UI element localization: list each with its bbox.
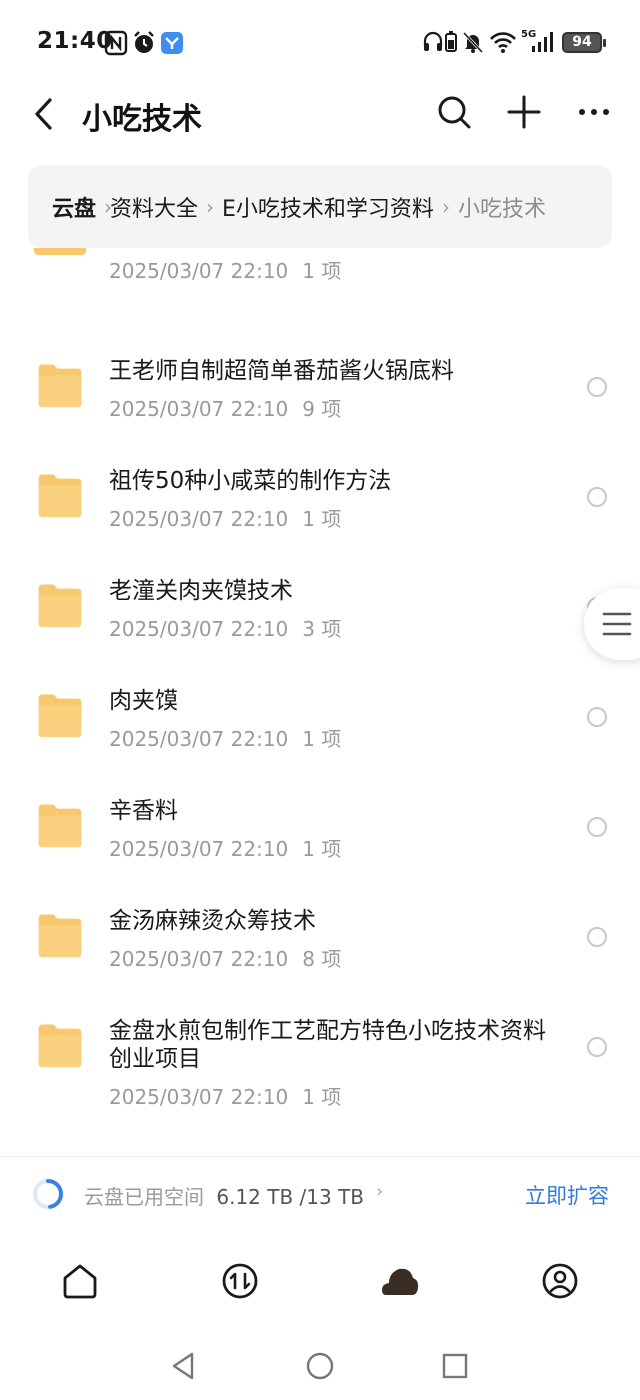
file-count: 3 项 [302, 617, 342, 641]
file-name: 肉夹馍 [109, 688, 178, 714]
breadcrumb-item[interactable]: 资料大全 [110, 191, 198, 223]
file-name: 辛香料 [109, 798, 178, 824]
select-checkbox[interactable] [587, 927, 607, 947]
file-meta: 2025/03/07 22:10 1 项 [109, 833, 341, 862]
nav-home-icon[interactable] [305, 1351, 335, 1381]
signal-icon [532, 32, 553, 52]
add-icon[interactable] [506, 94, 542, 130]
file-meta: 2025/03/07 22:10 1 项 [109, 1081, 341, 1110]
battery-indicator: 94 [562, 32, 606, 53]
file-date: 2025/03/07 22:10 [109, 837, 289, 861]
chevron-right-icon: › [206, 194, 215, 219]
file-name: 金盘水煎包制作工艺配方特色小吃技术资料创业项目 [109, 1018, 546, 1072]
breadcrumb-root[interactable]: 云盘 [52, 191, 96, 223]
folder-icon [38, 1024, 82, 1068]
select-checkbox[interactable] [587, 487, 607, 507]
top-app-bar: 小吃技术 [0, 86, 640, 162]
file-meta: 2025/03/07 22:10 9 项 [109, 393, 341, 422]
file-count: 1 项 [302, 727, 342, 751]
storage-value: 6.12 TB /13 TB [216, 1185, 365, 1209]
file-meta: 2025/03/07 22:10 1 项 [109, 723, 341, 752]
nav-back-icon[interactable] [170, 1351, 198, 1381]
wifi-icon [490, 32, 516, 53]
folder-icon [38, 474, 82, 518]
folder-icon [38, 914, 82, 958]
file-meta: 2025/03/07 22:10 1 项 [109, 503, 341, 532]
list-item[interactable]: 老潼关肉夹馍技术 2025/03/07 22:10 3 项 [0, 560, 640, 660]
folder-icon [38, 364, 82, 408]
alarm-icon [134, 31, 154, 53]
list-item[interactable]: 秘方 2025/03/07 22:10 1 项 [0, 248, 640, 310]
file-date: 2025/03/07 22:10 [109, 947, 289, 971]
nav-recents-icon[interactable] [441, 1352, 469, 1380]
list-item[interactable]: 王老师自制超简单番茄酱火锅底料 2025/03/07 22:10 9 项 [0, 340, 640, 440]
folder-icon [38, 804, 82, 848]
list-item[interactable]: 金汤麻辣烫众筹技术 2025/03/07 22:10 8 项 [0, 890, 640, 990]
file-meta: 2025/03/07 22:10 1 项 [109, 255, 341, 284]
list-item[interactable]: 辛香料 2025/03/07 22:10 1 项 [0, 780, 640, 880]
chevron-right-icon: › [376, 1181, 384, 1202]
storage-label: 云盘已用空间 [84, 1185, 204, 1209]
file-date: 2025/03/07 22:10 [109, 1085, 289, 1109]
cloud-drive-icon[interactable] [380, 1261, 420, 1301]
page-title: 小吃技术 [82, 102, 202, 137]
file-list: 秘方 2025/03/07 22:10 1 项 王老师自制超简单番茄酱火锅底料 2… [0, 248, 640, 1156]
file-count: 9 项 [302, 397, 342, 421]
select-checkbox[interactable] [587, 1037, 607, 1057]
file-date: 2025/03/07 22:10 [109, 617, 289, 641]
search-icon[interactable] [436, 94, 472, 130]
storage-bar[interactable]: 云盘已用空间 6.12 TB /13 TB › 立即扩容 [0, 1156, 640, 1232]
folder-icon [38, 584, 82, 628]
status-time: 21:40 [37, 28, 113, 54]
list-item[interactable]: 金盘水煎包制作工艺配方特色小吃技术资料创业项目 2025/03/07 22:10… [0, 1000, 640, 1136]
home-icon[interactable] [60, 1261, 100, 1301]
file-count: 1 项 [302, 837, 342, 861]
headphones-icon [423, 31, 443, 51]
file-count: 1 项 [302, 1085, 342, 1109]
file-date: 2025/03/07 22:10 [109, 727, 289, 751]
file-name: 秘方 [109, 248, 155, 250]
file-meta: 2025/03/07 22:10 8 项 [109, 943, 341, 972]
select-checkbox[interactable] [587, 707, 607, 727]
system-nav-bar [0, 1331, 640, 1400]
menu-lines-icon [602, 612, 632, 636]
app-notification-icon [161, 32, 183, 54]
list-item[interactable]: 祖传50种小咸菜的制作方法 2025/03/07 22:10 1 项 [0, 450, 640, 550]
bottom-tab-bar [0, 1231, 640, 1331]
status-bar: 21:40 5G 94 [0, 0, 640, 86]
select-checkbox[interactable] [587, 817, 607, 837]
chevron-right-icon: › [441, 194, 450, 219]
breadcrumb: 云盘 › 资料大全 › E小吃技术和学习资料 › 小吃技术 [28, 165, 612, 248]
breadcrumb-current: 小吃技术 [457, 196, 546, 222]
list-item[interactable]: 肉夹馍 2025/03/07 22:10 1 项 [0, 670, 640, 770]
more-options-icon[interactable] [576, 94, 612, 130]
breadcrumb-item[interactable]: E小吃技术和学习资料 [222, 191, 434, 223]
storage-progress-ring [33, 1179, 63, 1209]
storage-usage-text: 云盘已用空间 6.12 TB /13 TB [84, 1181, 364, 1210]
file-date: 2025/03/07 22:10 [109, 507, 289, 531]
expand-storage-link[interactable]: 立即扩容 [525, 1180, 609, 1210]
mute-bell-icon [462, 31, 484, 54]
file-count: 1 项 [302, 259, 342, 283]
back-arrow-icon[interactable] [28, 96, 64, 132]
file-name: 金汤麻辣烫众筹技术 [109, 908, 316, 934]
select-checkbox[interactable] [587, 377, 607, 397]
file-count: 1 项 [302, 507, 342, 531]
file-meta: 2025/03/07 22:10 3 项 [109, 613, 341, 642]
device-battery-icon [445, 31, 457, 52]
file-name: 祖传50种小咸菜的制作方法 [109, 468, 392, 494]
profile-icon[interactable] [540, 1261, 580, 1301]
folder-icon [34, 248, 86, 255]
nfc-icon [104, 30, 128, 56]
folder-icon [38, 694, 82, 738]
file-date: 2025/03/07 22:10 [109, 259, 289, 283]
file-name: 老潼关肉夹馍技术 [109, 578, 293, 604]
transfer-icon[interactable] [220, 1261, 260, 1301]
file-date: 2025/03/07 22:10 [109, 397, 289, 421]
file-name: 王老师自制超简单番茄酱火锅底料 [109, 358, 454, 384]
file-count: 8 项 [302, 947, 342, 971]
